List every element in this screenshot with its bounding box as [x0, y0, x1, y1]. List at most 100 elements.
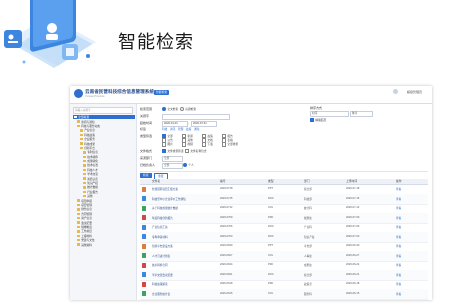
tree-node-label: 科技政策 [84, 133, 95, 137]
cell-name[interactable]: 专利申请材料 [152, 235, 168, 239]
file-icon [142, 215, 146, 221]
tree-node-label: 科技与服务动态 [81, 124, 100, 128]
radio-icon [183, 163, 188, 168]
cell-name[interactable]: 产业信息汇总 [152, 225, 168, 229]
folder-icon [77, 208, 80, 211]
file-icon [142, 205, 146, 211]
checkbox-icon [182, 142, 187, 147]
scope-option-fulltext[interactable]: 全文检索 [162, 107, 178, 112]
cell-type: DOC [268, 234, 274, 238]
tree-node[interactable]: 其他资料 [73, 242, 135, 247]
category-tree: 全部资源 新闻与通知 科技与服务动态 产业信息 科技政策 企业服务 科技成果 创新平台 专利信息… [73, 115, 135, 247]
column-header[interactable]: 文件名 [152, 179, 160, 184]
sidebar-search-input[interactable]: 请输入关键字 [73, 107, 133, 114]
radio-icon [162, 107, 167, 112]
cell-op[interactable]: 查看 [396, 254, 401, 258]
cell-type: PDF [268, 282, 274, 286]
file-icon [142, 196, 146, 202]
scope-option-title[interactable]: 标题检索 [180, 107, 196, 112]
tree-node-label: 科技成果 [84, 142, 95, 146]
checkbox-icon [162, 142, 167, 147]
column-header[interactable]: 部门 [304, 179, 310, 184]
cell-name[interactable]: 科技型中小企业评价工作通知 [152, 197, 186, 201]
cell-op[interactable]: 查看 [396, 197, 401, 201]
cell-op[interactable]: 查看 [396, 206, 401, 210]
cell-name[interactable]: 关于科技成果统计数据 [152, 206, 178, 210]
cell-code: 2020-0718 [220, 187, 233, 191]
section-divider [140, 171, 428, 172]
exact-match-option[interactable]: 精确匹配 [310, 118, 326, 123]
category-option[interactable]: 图片 [162, 142, 173, 147]
cell-name[interactable]: 学术交流会议纪要 [152, 273, 173, 277]
cell-op[interactable]: 查看 [396, 282, 401, 286]
folder-icon [83, 190, 86, 194]
cell-name[interactable]: 技术转移合同 [152, 263, 168, 267]
cell-op[interactable]: 查看 [396, 244, 401, 248]
tag-item[interactable]: 资讯 [170, 127, 175, 131]
cell-date: 2020-07-06 [346, 225, 360, 229]
checkbox-icon [185, 149, 190, 154]
column-header[interactable]: 编号 [220, 179, 226, 184]
cell-name[interactable]: 企业服务统计表 [152, 292, 170, 296]
cell-name[interactable]: 科技政策解读 [152, 282, 168, 286]
tag-item[interactable]: 通知 [194, 127, 199, 131]
file-icon [142, 186, 146, 192]
tag-item[interactable]: 科技 [162, 127, 167, 131]
cell-name[interactable]: 创新平台建设方案 [152, 244, 173, 248]
module-badge[interactable]: 智能检索 [154, 90, 170, 95]
cell-op[interactable]: 查看 [396, 263, 401, 267]
folder-icon [77, 234, 80, 237]
cell-op[interactable]: 查看 [396, 216, 401, 220]
cell-op[interactable]: 查看 [396, 187, 401, 191]
sidebar: 请输入关键字 全部资源 新闻与通知 科技与服务动态 产业信息 科技政策 企业服务 科技成果创… [70, 104, 137, 300]
cell-dept: 综合部 [304, 188, 312, 192]
format-option-name[interactable]: 文件名称包含 [185, 149, 207, 154]
tag-item[interactable]: 政策 [186, 127, 191, 131]
folder-icon [77, 120, 80, 123]
file-icon [142, 291, 146, 297]
cell-dept: 统计科 [304, 207, 312, 211]
folder-icon [77, 230, 80, 233]
cell-name[interactable]: 人才引进计划表 [152, 254, 170, 258]
cell-name[interactable]: 智慧园区项目汇报方案 [152, 187, 178, 191]
user-avatar-icon[interactable] [393, 89, 398, 94]
owner-extra-option[interactable]: 个人 [183, 163, 194, 168]
cell-dept: 成果处 [304, 264, 312, 268]
owner-select[interactable]: 全部 [162, 163, 183, 169]
cell-name[interactable]: 年度科技创新报告 [152, 216, 173, 220]
search-button[interactable]: 检索 [140, 173, 152, 178]
cell-op[interactable]: 查看 [396, 273, 401, 277]
tree-node-label: 上报材料 [81, 234, 92, 238]
cell-date: 2020-06-27 [346, 253, 360, 257]
folder-icon [77, 124, 80, 128]
user-name[interactable]: 超级管理员 [407, 90, 422, 94]
tag-item[interactable]: 管理 [178, 127, 183, 131]
column-header[interactable]: 上传时间 [346, 179, 357, 184]
cell-op[interactable]: 查看 [396, 235, 401, 239]
cell-dept: 科技部 [304, 197, 312, 201]
owner-row: 归档负责人 全部 个人 [140, 162, 316, 170]
radio-icon [180, 107, 185, 112]
hero-illustration [4, 0, 96, 68]
category-option[interactable]: 视频 [182, 142, 193, 147]
tree-node-label: 项目申报 [81, 199, 92, 203]
cell-date: 2020-06-21 [346, 272, 360, 276]
cell-code: 2020-0703 [220, 234, 233, 238]
category-option[interactable]: 全部类型 [222, 142, 238, 147]
order-select[interactable]: 降序 [350, 111, 373, 117]
folder-icon [80, 129, 83, 132]
format-option-type[interactable]: 文件类型筛选 [162, 149, 184, 154]
column-header[interactable]: 类型 [268, 179, 274, 184]
source-label: 来源部门 [140, 156, 153, 160]
cell-op[interactable]: 查看 [396, 292, 401, 296]
category-label: 类型筛选 [140, 134, 153, 138]
checkbox-icon [310, 118, 315, 123]
format-label: 文件格式 [140, 149, 153, 153]
table-row[interactable]: 资质认定申报书2020-0612DOC认定处2020-06-12查看 [140, 299, 428, 300]
category-option[interactable]: 下载 [202, 142, 213, 147]
tree-node-label: 企业服务 [84, 138, 95, 142]
folder-icon [83, 181, 86, 185]
sort-select[interactable]: 时间 [310, 111, 349, 117]
column-header[interactable]: 操作 [396, 179, 402, 184]
cell-op[interactable]: 查看 [396, 225, 401, 229]
